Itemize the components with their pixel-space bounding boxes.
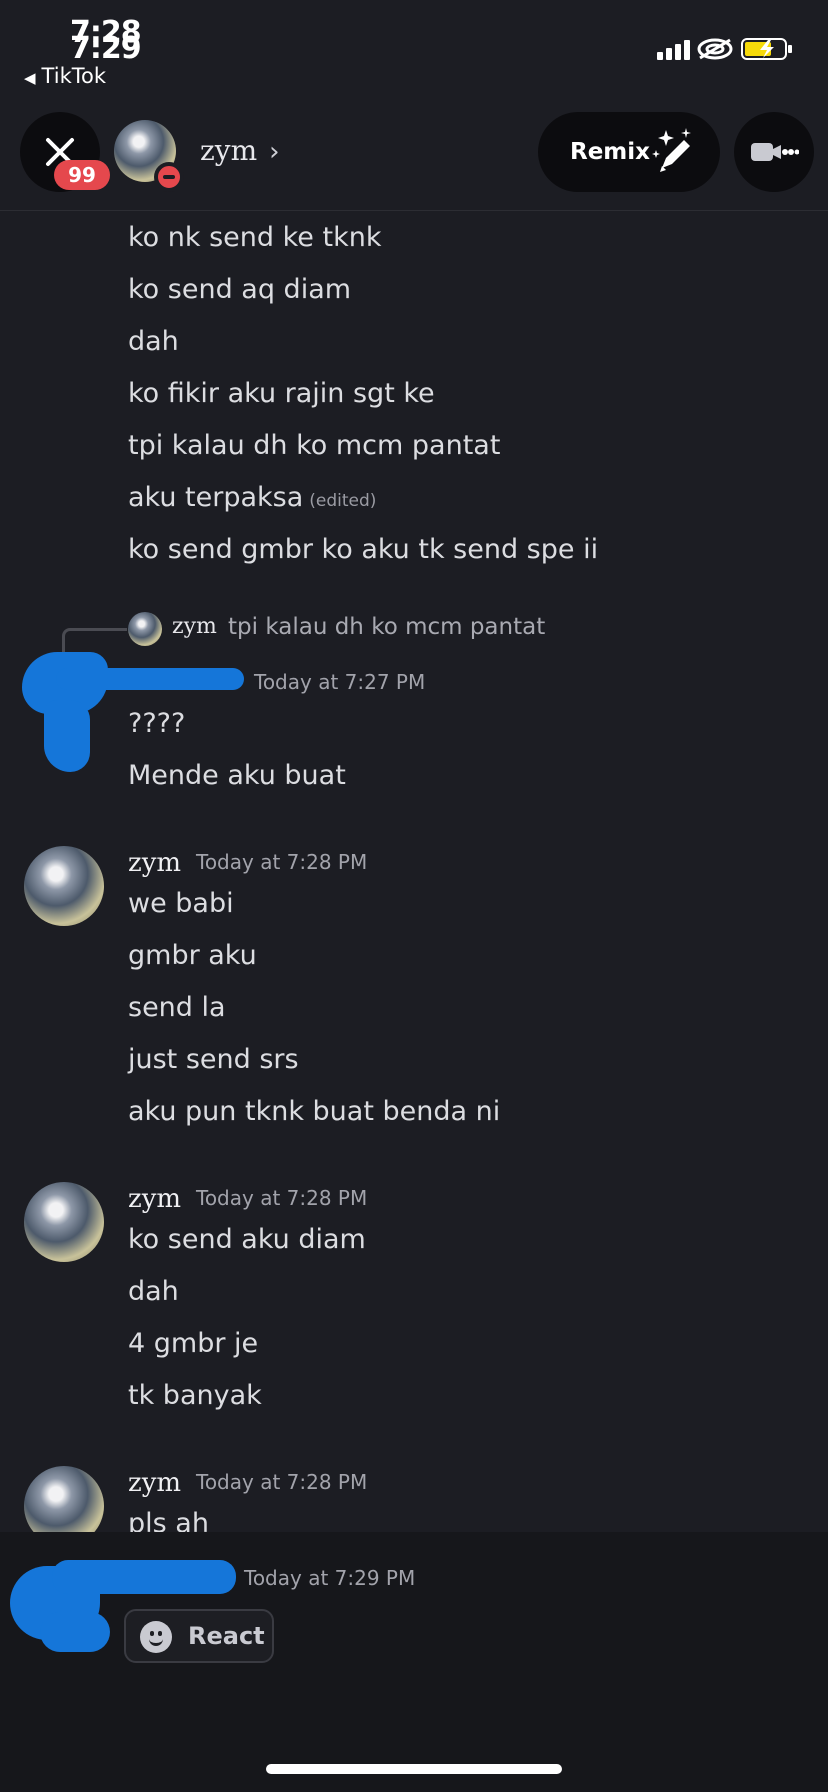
video-call-button[interactable] <box>734 112 814 192</box>
back-arrow-icon: ◀ <box>24 69 36 87</box>
message-text: aku terpaksa <box>128 482 304 513</box>
message-timestamp: Today at 7:28 PM <box>196 1186 368 1210</box>
message-line[interactable]: aku pun tknk buat benda ni <box>128 1096 500 1127</box>
message-line[interactable]: ko nk send ke tknk <box>128 222 381 253</box>
home-indicator[interactable] <box>266 1764 562 1774</box>
chat-title-name: zym <box>200 134 258 167</box>
message-line[interactable]: just send srs <box>128 1044 299 1075</box>
do-not-disturb-status-icon <box>154 162 184 192</box>
reply-connector <box>62 628 127 655</box>
video-camera-icon <box>751 143 799 161</box>
message-line[interactable]: dah <box>128 1276 179 1307</box>
back-to-app-link[interactable]: ◀ TikTok <box>24 64 106 88</box>
cellular-signal-icon <box>657 40 690 60</box>
message-timestamp: Today at 7:28 PM <box>196 1470 368 1494</box>
message-line[interactable]: tk banyak <box>128 1380 262 1411</box>
sparkle-pencil-icon <box>652 128 691 172</box>
battery-charging-icon <box>741 38 792 60</box>
message-line[interactable]: ???? <box>128 708 185 739</box>
message-line[interactable]: tpi kalau dh ko mcm pantat <box>128 430 500 461</box>
message-username[interactable]: zym <box>128 1468 181 1498</box>
message-line[interactable]: we babi <box>128 888 234 919</box>
message-line[interactable]: ko send gmbr ko aku tk send spe ii <box>128 534 598 565</box>
status-time: 7:29 <box>70 31 142 66</box>
redaction-scribble <box>40 1612 110 1652</box>
chat-title[interactable]: zym › <box>200 134 280 167</box>
message-line[interactable]: Mende aku buat <box>128 760 346 791</box>
back-app-label: TikTok <box>41 64 106 88</box>
remix-label: Remix <box>570 139 650 165</box>
unread-count-badge: 99 <box>54 160 110 190</box>
message-line[interactable]: gmbr aku <box>128 940 257 971</box>
wifi-icon <box>697 38 733 60</box>
message-line[interactable]: dah <box>128 326 179 357</box>
message-username[interactable]: zym <box>128 848 181 878</box>
message-line[interactable]: aku terpaksa (edited) <box>128 482 376 513</box>
message-line[interactable]: ko fikir aku rajin sgt ke <box>128 378 435 409</box>
reply-avatar <box>128 612 162 646</box>
chevron-right-icon: › <box>269 137 280 167</box>
message-avatar[interactable] <box>24 1182 104 1262</box>
message-username[interactable]: zym <box>128 1184 181 1214</box>
redaction-scribble <box>52 1560 236 1594</box>
reply-username[interactable]: zym <box>172 614 217 639</box>
message-line[interactable]: send la <box>128 992 226 1023</box>
react-label: React <box>188 1622 265 1650</box>
message-avatar[interactable] <box>24 846 104 926</box>
reply-preview-text[interactable]: tpi kalau dh ko mcm pantat <box>228 614 545 640</box>
message-line[interactable]: ko send aku diam <box>128 1224 366 1255</box>
message-line[interactable]: 4 gmbr je <box>128 1328 258 1359</box>
edited-label: (edited) <box>309 491 377 511</box>
message-timestamp: Today at 7:28 PM <box>196 850 368 874</box>
message-timestamp: Today at 7:29 PM <box>244 1566 416 1590</box>
redaction-scribble <box>44 700 90 772</box>
redaction-scribble <box>56 668 244 690</box>
message-line[interactable]: ko send aq diam <box>128 274 351 305</box>
message-timestamp: Today at 7:27 PM <box>254 670 426 694</box>
